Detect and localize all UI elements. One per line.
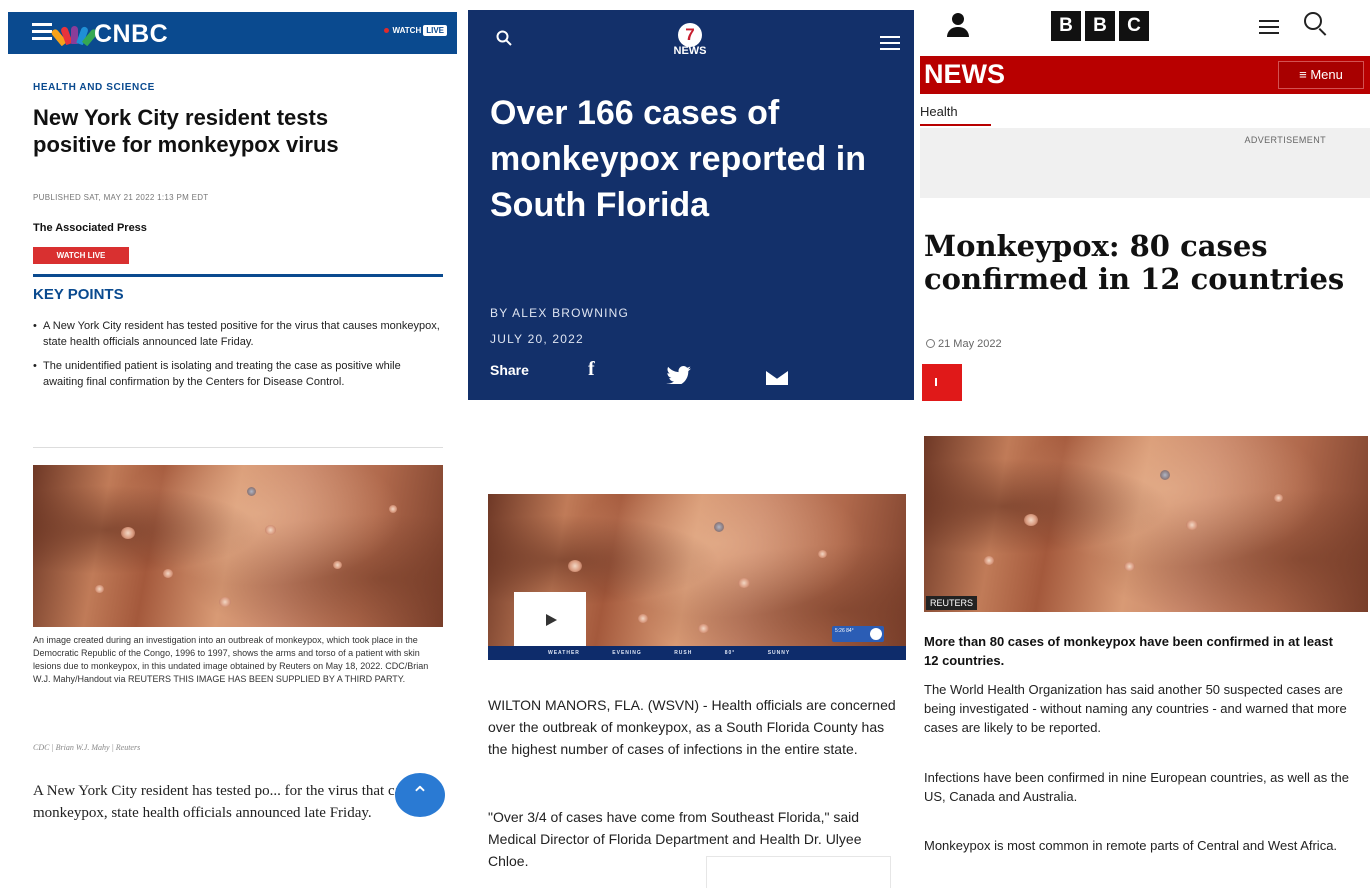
date-text: 21 May 2022: [938, 338, 1002, 350]
wsvn-article-panel: 7 NEWS Over 166 cases of monkeypox repor…: [466, 0, 916, 888]
article-title: Over 166 cases of monkeypox reported in …: [490, 94, 866, 224]
cnbc-header: CNBC WATCH LIVE: [8, 12, 457, 54]
article-title: New York City resident tests positive fo…: [33, 105, 339, 157]
user-icon[interactable]: [944, 13, 972, 39]
watch-live-link[interactable]: WATCH LIVE: [384, 25, 447, 36]
key-points-heading: KEY POINTS: [33, 286, 124, 303]
watch-live-button[interactable]: WATCH LIVE: [33, 247, 129, 264]
menu-button[interactable]: ≡ Menu: [1278, 61, 1364, 89]
hamburger-menu-icon[interactable]: [32, 23, 52, 41]
published-date: 21 May 2022: [926, 338, 1002, 350]
seven-logo-icon: 7: [678, 23, 702, 47]
news-ticker: WEATHER EVENING RUSH 80° SUNNY: [488, 646, 906, 660]
logo-block: B: [1085, 11, 1115, 41]
logo-block: B: [1051, 11, 1081, 41]
section-kicker[interactable]: HEALTH AND SCIENCE: [33, 82, 155, 93]
seven-logo-icon: [870, 628, 882, 640]
station-bug: 5:26 84°: [832, 626, 884, 642]
published-date: JULY 20, 2022: [490, 332, 584, 346]
live-dot-icon: [384, 28, 390, 33]
published-date: PUBLISHED SAT, MAY 21 2022 1:13 PM EDT: [33, 193, 209, 202]
wsvn-header: 7 NEWS Over 166 cases of monkeypox repor…: [468, 10, 914, 400]
advertisement-slot: ADVERTISEMENT: [920, 128, 1370, 198]
author-name[interactable]: The Associated Press: [33, 222, 147, 234]
clock-icon: [926, 339, 935, 348]
embedded-frame: [706, 856, 891, 888]
list-item: A New York City resident has tested posi…: [33, 318, 441, 350]
mail-icon[interactable]: [766, 371, 788, 385]
video-player[interactable]: 5:26 84° WEATHER EVENING RUSH 80° SUNNY: [488, 494, 906, 660]
logo-block: C: [1119, 11, 1149, 41]
divider: [33, 447, 443, 448]
article-paragraph: Infections have been confirmed in nine E…: [924, 770, 1349, 804]
wsvn-logo[interactable]: 7 NEWS: [668, 23, 712, 57]
list-item: The unidentified patient is isolating an…: [33, 358, 441, 390]
article-lead: More than 80 cases of monkeypox have bee…: [924, 634, 1333, 668]
twitter-icon[interactable]: [666, 366, 692, 386]
article-paragraph: The World Health Organization has said a…: [924, 682, 1347, 735]
play-icon[interactable]: [514, 592, 586, 648]
bug-time: 5:26 84°: [835, 628, 854, 634]
search-icon[interactable]: [1304, 12, 1322, 30]
ad-label: ADVERTISEMENT: [1244, 135, 1326, 145]
logo-text: NEWS: [673, 45, 707, 57]
section-link[interactable]: Health: [920, 104, 958, 119]
share-label: Share: [490, 362, 529, 378]
cnbc-logo[interactable]: CNBC: [94, 20, 168, 49]
article-paragraph: WILTON MANORS, FLA. (WSVN) - Health offi…: [488, 697, 896, 757]
hamburger-menu-icon[interactable]: [1259, 20, 1279, 38]
watch-label: WATCH: [392, 26, 422, 35]
live-badge: LIVE: [423, 25, 447, 36]
chevron-up-icon: ⌃: [410, 782, 430, 807]
article-photo: [33, 465, 443, 627]
article-title: Monkeypox: 80 cases confirmed in 12 coun…: [924, 229, 1345, 296]
search-icon[interactable]: [496, 30, 512, 51]
facebook-icon[interactable]: f: [588, 358, 595, 381]
scroll-to-top-button[interactable]: ⌃: [395, 773, 445, 817]
article-paragraph: Monkeypox is most common in remote parts…: [924, 838, 1338, 853]
bbc-logo[interactable]: BBC: [1051, 11, 1153, 41]
article-photo: REUTERS: [924, 436, 1368, 612]
news-bar: NEWS ≡ Menu: [920, 56, 1370, 94]
key-points-list: A New York City resident has tested posi…: [33, 318, 441, 398]
bbc-article-panel: BBC NEWS ≡ Menu Health ADVERTISEMENT Mon…: [916, 0, 1370, 888]
photo-credit: REUTERS: [926, 596, 978, 610]
peacock-logo-icon: [50, 22, 99, 47]
article-body: A New York City resident has tested po..…: [33, 783, 428, 821]
photo-caption: An image created during an investigation…: [33, 635, 429, 684]
share-icon[interactable]: [922, 364, 962, 401]
cnbc-article-panel: CNBC WATCH LIVE HEALTH AND SCIENCE New Yo…: [0, 0, 465, 888]
news-label[interactable]: NEWS: [924, 59, 1005, 90]
section-underline: [920, 124, 991, 126]
photo-credit: CDC | Brian W.J. Mahy | Reuters: [33, 743, 141, 752]
divider: [33, 274, 443, 277]
byline[interactable]: BY ALEX BROWNING: [490, 306, 629, 320]
hamburger-menu-icon[interactable]: [880, 36, 900, 54]
